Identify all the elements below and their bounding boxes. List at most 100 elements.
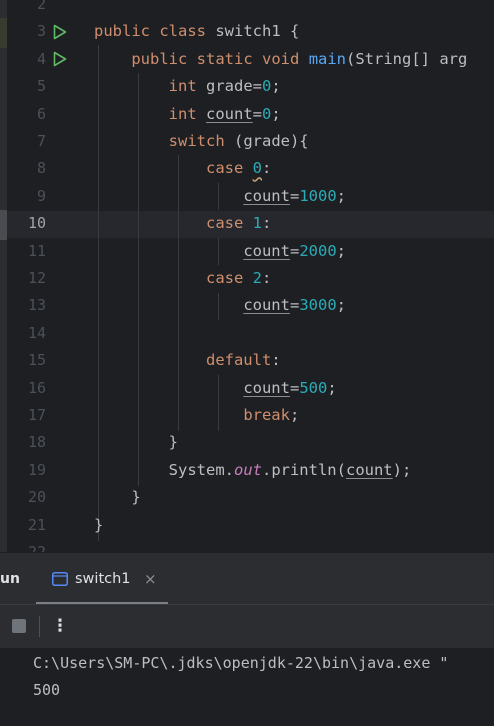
code-line[interactable]: 17 break;: [0, 402, 494, 429]
code-line[interactable]: 10 case 1:: [0, 210, 494, 237]
code-token: grade=: [196, 77, 262, 96]
code-text: case 0:: [94, 155, 271, 182]
code-token: :: [262, 159, 272, 178]
code-line[interactable]: 21}: [0, 512, 494, 539]
code-token: :: [262, 214, 272, 233]
code-token: 0: [262, 104, 272, 123]
code-token: default: [205, 351, 272, 370]
code-line[interactable]: 12 case 2:: [0, 265, 494, 292]
tab-label: switch1: [75, 571, 131, 587]
code-text: switch (grade){: [94, 128, 309, 155]
code-text: public static void main(String[] arg: [94, 46, 467, 73]
code-line[interactable]: 15 default:: [0, 347, 494, 374]
code-text: break;: [94, 402, 299, 429]
run-panel-title: un: [0, 571, 20, 587]
code-text: public class switch1 {: [94, 18, 299, 45]
code-line[interactable]: 18 }: [0, 429, 494, 456]
code-token: .println(: [261, 460, 346, 479]
code-line[interactable]: 6 int count=0;: [0, 101, 494, 128]
play-triangle-icon[interactable]: [53, 18, 69, 45]
code-line[interactable]: 13 count=3000;: [0, 292, 494, 319]
code-line[interactable]: 9 count=1000;: [0, 183, 494, 210]
code-token: void: [262, 49, 300, 68]
code-token: 2000: [299, 241, 337, 260]
code-line[interactable]: 19 System.out.println(count);: [0, 457, 494, 484]
code-line[interactable]: 20 }: [0, 484, 494, 511]
code-text: count=3000;: [94, 292, 346, 319]
code-token: count: [243, 296, 290, 315]
line-number: 13: [27, 296, 46, 315]
code-text: count=1000;: [94, 183, 346, 210]
code-token: case: [205, 214, 244, 233]
code-line[interactable]: 22: [0, 539, 494, 552]
code-token: 0: [252, 159, 262, 178]
code-token: );: [392, 460, 412, 479]
code-text: System.out.println(count);: [94, 457, 412, 484]
code-token: public: [94, 22, 150, 41]
line-number: 7: [36, 132, 46, 150]
line-number: 21: [27, 515, 46, 534]
code-line[interactable]: 11 count=2000;: [0, 238, 494, 265]
line-number: 15: [27, 351, 46, 370]
line-number: 10: [27, 214, 46, 233]
line-number: 18: [27, 433, 46, 452]
code-token: class: [159, 22, 207, 41]
run-tool-window-header: un switch1 ×: [0, 552, 494, 605]
code-token: out: [233, 460, 262, 479]
code-line[interactable]: 7 switch (grade){: [0, 128, 494, 155]
code-line[interactable]: 3 public class switch1 {: [0, 18, 494, 45]
code-token: ;: [289, 406, 300, 424]
code-token: ;: [336, 296, 346, 315]
code-token: =: [252, 104, 263, 123]
code-text: int count=0;: [94, 101, 281, 128]
code-line[interactable]: 16 count=500;: [0, 375, 494, 402]
code-token: ;: [327, 378, 337, 397]
code-editor[interactable]: 2 3 public class switch1 {4 public static …: [0, 0, 494, 552]
code-token: =: [289, 296, 300, 315]
play-triangle-icon[interactable]: [53, 46, 69, 73]
console-line-command: C:\Users\SM-PC\.jdks\openjdk-22\bin\java…: [33, 654, 449, 672]
code-line[interactable]: 8 case 0:: [0, 155, 494, 182]
code-token: 2: [252, 269, 262, 287]
code-line[interactable]: 5 int grade=0;: [0, 73, 494, 100]
code-text: count=500;: [94, 375, 337, 402]
close-icon[interactable]: ×: [144, 553, 157, 605]
code-token: case: [205, 269, 244, 287]
line-number: 11: [27, 241, 46, 260]
code-text: case 1:: [94, 210, 271, 237]
code-token: }: [94, 515, 104, 534]
line-number: 4: [36, 49, 46, 68]
code-token: 500: [299, 378, 328, 397]
console-output[interactable]: C:\Users\SM-PC\.jdks\openjdk-22\bin\java…: [0, 648, 494, 726]
tab-switch1[interactable]: switch1 ×: [36, 553, 168, 605]
console-line-output: 500: [33, 681, 61, 699]
code-token: switch1 {: [206, 22, 300, 41]
toolbar-divider: [39, 616, 40, 637]
code-text: }: [94, 512, 103, 539]
code-line[interactable]: 2: [0, 0, 494, 18]
code-token: count: [243, 241, 290, 260]
stop-square-icon[interactable]: [12, 619, 26, 633]
code-text: count=2000;: [94, 238, 346, 265]
code-token: break: [243, 406, 290, 424]
vertical-ellipsis-icon[interactable]: ⋮: [50, 605, 70, 648]
code-line[interactable]: 4 public static void main(String[] arg: [0, 46, 494, 73]
line-number: 16: [27, 378, 46, 397]
line-number: 19: [27, 460, 46, 479]
line-number: 22: [27, 543, 46, 552]
code-line[interactable]: 14: [0, 320, 494, 347]
code-token: count: [345, 460, 393, 479]
